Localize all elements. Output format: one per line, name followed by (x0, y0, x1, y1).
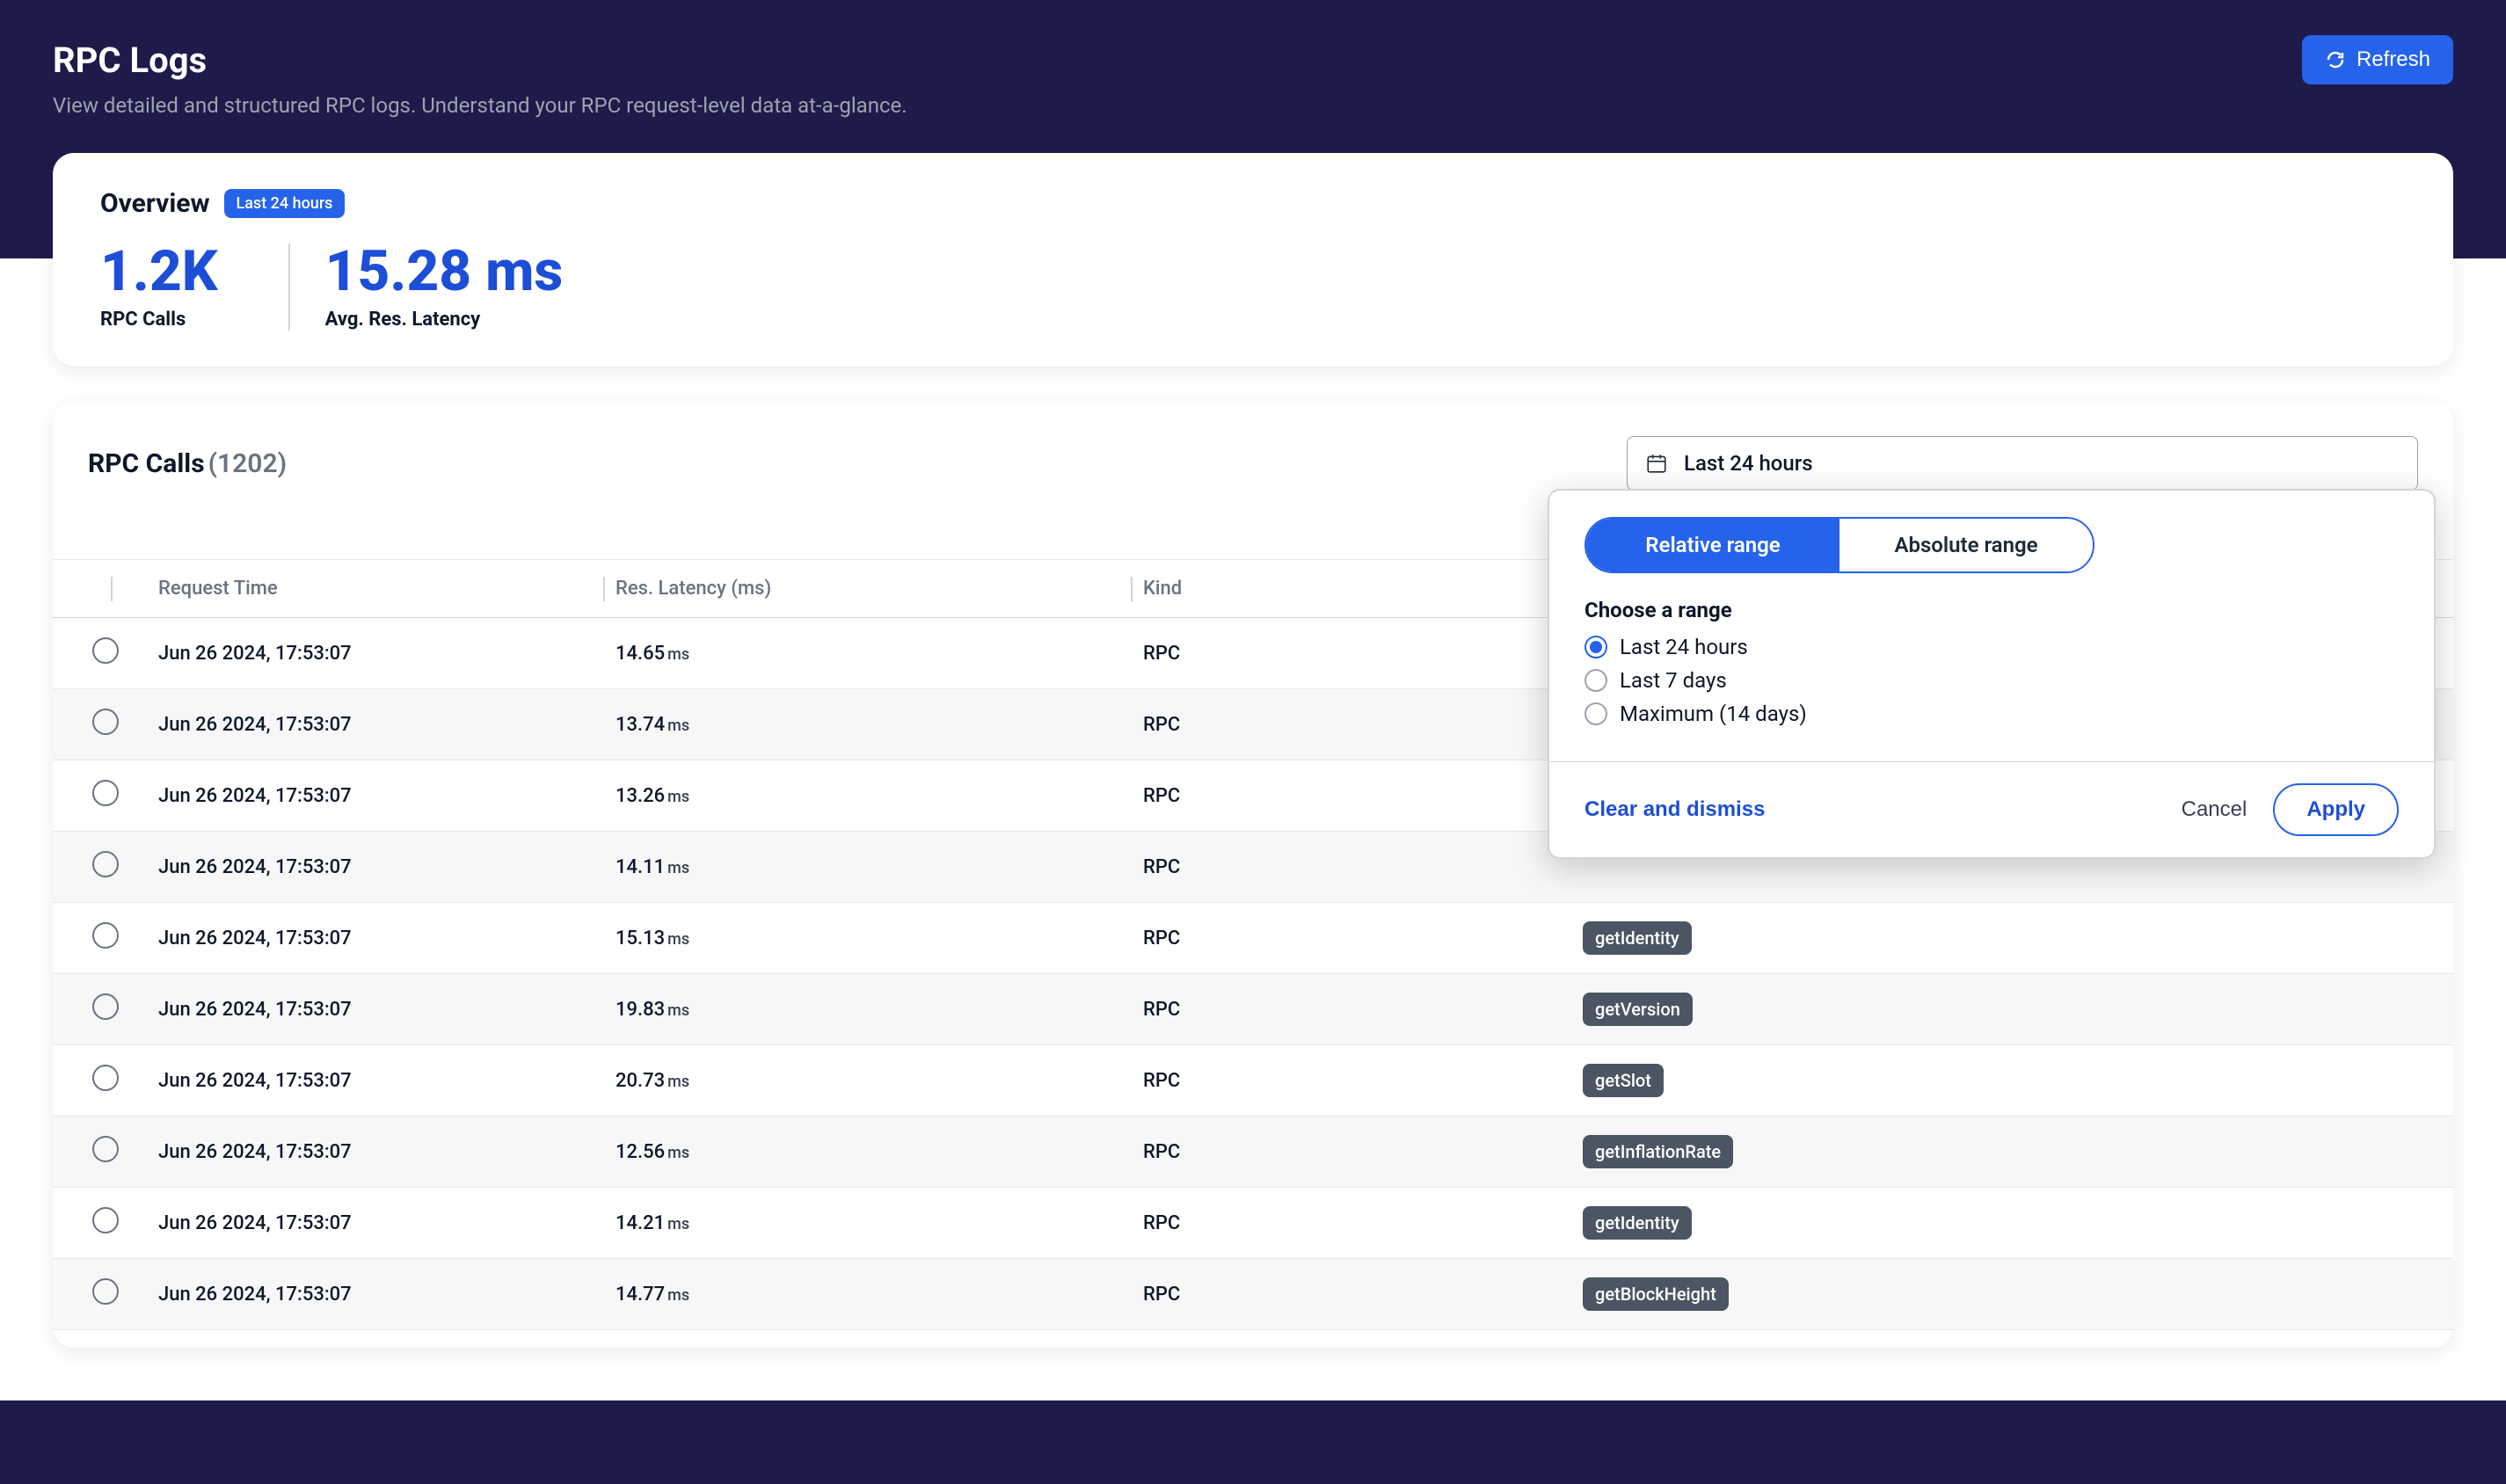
cell-latency: 13.26ms (616, 760, 1143, 832)
range-option[interactable]: Last 24 hours (1584, 635, 2399, 659)
metric-value: 15.28 ms (325, 244, 564, 300)
table-row[interactable]: Jun 26 2024, 17:53:07 14.21ms RPC getIde… (53, 1188, 2453, 1259)
expand-row-button[interactable] (92, 993, 119, 1020)
metric-latency: 15.28 ms Avg. Res. Latency (288, 244, 634, 331)
calls-count: (1202) (208, 448, 288, 479)
cell-request-time: Jun 26 2024, 17:53:07 (123, 618, 616, 689)
range-option[interactable]: Maximum (14 days) (1584, 702, 2399, 726)
cell-latency: 14.77ms (616, 1259, 1143, 1330)
expand-row-button[interactable] (92, 1136, 119, 1162)
clear-dismiss-button[interactable]: Clear and dismiss (1584, 797, 1765, 822)
choose-range-label: Choose a range (1584, 598, 2399, 622)
column-kind[interactable]: Kind (1143, 560, 1583, 618)
tab-absolute-range[interactable]: Absolute range (1839, 519, 2093, 571)
rpc-calls-card: RPC Calls (1202) Last 24 hours ‹ 1 › Req… (53, 401, 2453, 1348)
table-row[interactable]: Jun 26 2024, 17:53:07 12.56ms RPC getInf… (53, 1117, 2453, 1188)
cell-kind: RPC (1143, 1045, 1583, 1117)
refresh-icon (2325, 49, 2346, 70)
cell-kind: RPC (1143, 618, 1583, 689)
cell-kind: RPC (1143, 760, 1583, 832)
page-title: RPC Logs (53, 40, 207, 81)
cell-latency: 14.65ms (616, 618, 1143, 689)
cell-request-time: Jun 26 2024, 17:53:07 (123, 832, 616, 903)
cell-method: getInflationRate (1583, 1117, 2453, 1188)
cell-kind: RPC (1143, 1188, 1583, 1259)
method-pill: getIdentity (1583, 921, 1692, 955)
cell-kind: RPC (1143, 974, 1583, 1045)
radio-icon (1584, 702, 1607, 725)
cell-request-time: Jun 26 2024, 17:53:07 (123, 1117, 616, 1188)
cell-method: getVersion (1583, 974, 2453, 1045)
table-row[interactable]: Jun 26 2024, 17:53:07 20.73ms RPC getSlo… (53, 1045, 2453, 1117)
cell-latency: 20.73ms (616, 1045, 1143, 1117)
table-row[interactable]: Jun 26 2024, 17:53:07 19.83ms RPC getVer… (53, 974, 2453, 1045)
method-pill: getSlot (1583, 1064, 1664, 1097)
expand-row-button[interactable] (92, 1278, 119, 1305)
cancel-button[interactable]: Cancel (2182, 797, 2247, 822)
cell-latency: 19.83ms (616, 974, 1143, 1045)
overview-card: Overview Last 24 hours 1.2K RPC Calls 15… (53, 153, 2453, 366)
cell-latency: 14.21ms (616, 1188, 1143, 1259)
method-pill: getVersion (1583, 993, 1693, 1026)
cell-latency: 12.56ms (616, 1117, 1143, 1188)
expand-row-button[interactable] (92, 637, 119, 664)
refresh-button[interactable]: Refresh (2302, 35, 2453, 84)
cell-latency: 13.74ms (616, 689, 1143, 760)
cell-request-time: Jun 26 2024, 17:53:07 (123, 903, 616, 974)
range-option-label: Last 24 hours (1620, 635, 1748, 659)
expand-row-button[interactable] (92, 709, 119, 735)
cell-latency: 15.13ms (616, 903, 1143, 974)
metric-label: Avg. Res. Latency (325, 309, 564, 331)
range-option-label: Last 7 days (1620, 668, 1727, 693)
range-type-segmented: Relative range Absolute range (1584, 517, 2094, 573)
expand-row-button[interactable] (92, 1065, 119, 1091)
expand-row-button[interactable] (92, 922, 119, 949)
table-row[interactable]: Jun 26 2024, 17:53:07 14.77ms RPC getBlo… (53, 1259, 2453, 1330)
metric-rpc-calls: 1.2K RPC Calls (100, 244, 288, 331)
date-range-popover: Relative range Absolute range Choose a r… (1548, 489, 2436, 859)
date-range-input[interactable]: Last 24 hours (1627, 436, 2418, 491)
method-pill: getBlockHeight (1583, 1277, 1729, 1311)
radio-icon (1584, 669, 1607, 692)
range-option-label: Maximum (14 days) (1620, 702, 1807, 726)
metric-label: RPC Calls (100, 309, 218, 331)
cell-kind: RPC (1143, 1259, 1583, 1330)
cell-latency: 14.11ms (616, 832, 1143, 903)
column-request-time[interactable]: Request Time (123, 560, 616, 618)
column-latency[interactable]: Res. Latency (ms) (616, 560, 1143, 618)
tab-relative-range[interactable]: Relative range (1586, 519, 1839, 571)
overview-title: Overview (100, 188, 210, 219)
cell-request-time: Jun 26 2024, 17:53:07 (123, 689, 616, 760)
table-row[interactable]: Jun 26 2024, 17:53:07 15.13ms RPC getIde… (53, 903, 2453, 974)
cell-kind: RPC (1143, 832, 1583, 903)
calls-title: RPC Calls (88, 448, 205, 479)
expand-row-button[interactable] (92, 851, 119, 877)
cell-kind: RPC (1143, 689, 1583, 760)
cell-request-time: Jun 26 2024, 17:53:07 (123, 974, 616, 1045)
cell-request-time: Jun 26 2024, 17:53:07 (123, 1045, 616, 1117)
calendar-icon (1645, 452, 1668, 475)
radio-icon (1584, 636, 1607, 658)
refresh-label: Refresh (2357, 47, 2430, 72)
cell-method: getSlot (1583, 1045, 2453, 1117)
range-option[interactable]: Last 7 days (1584, 668, 2399, 693)
cell-method: getIdentity (1583, 1188, 2453, 1259)
apply-button[interactable]: Apply (2273, 783, 2399, 836)
cell-request-time: Jun 26 2024, 17:53:07 (123, 1259, 616, 1330)
expand-row-button[interactable] (92, 1207, 119, 1233)
cell-request-time: Jun 26 2024, 17:53:07 (123, 1188, 616, 1259)
cell-method: getBlockHeight (1583, 1259, 2453, 1330)
overview-range-badge: Last 24 hours (224, 189, 346, 218)
method-pill: getInflationRate (1583, 1135, 1733, 1168)
date-range-text: Last 24 hours (1684, 451, 1813, 476)
cell-kind: RPC (1143, 903, 1583, 974)
expand-row-button[interactable] (92, 780, 119, 806)
cell-request-time: Jun 26 2024, 17:53:07 (123, 760, 616, 832)
cell-kind: RPC (1143, 1117, 1583, 1188)
metric-value: 1.2K (100, 244, 218, 300)
page-subtitle: View detailed and structured RPC logs. U… (53, 93, 2453, 118)
cell-method: getIdentity (1583, 903, 2453, 974)
method-pill: getIdentity (1583, 1206, 1692, 1240)
